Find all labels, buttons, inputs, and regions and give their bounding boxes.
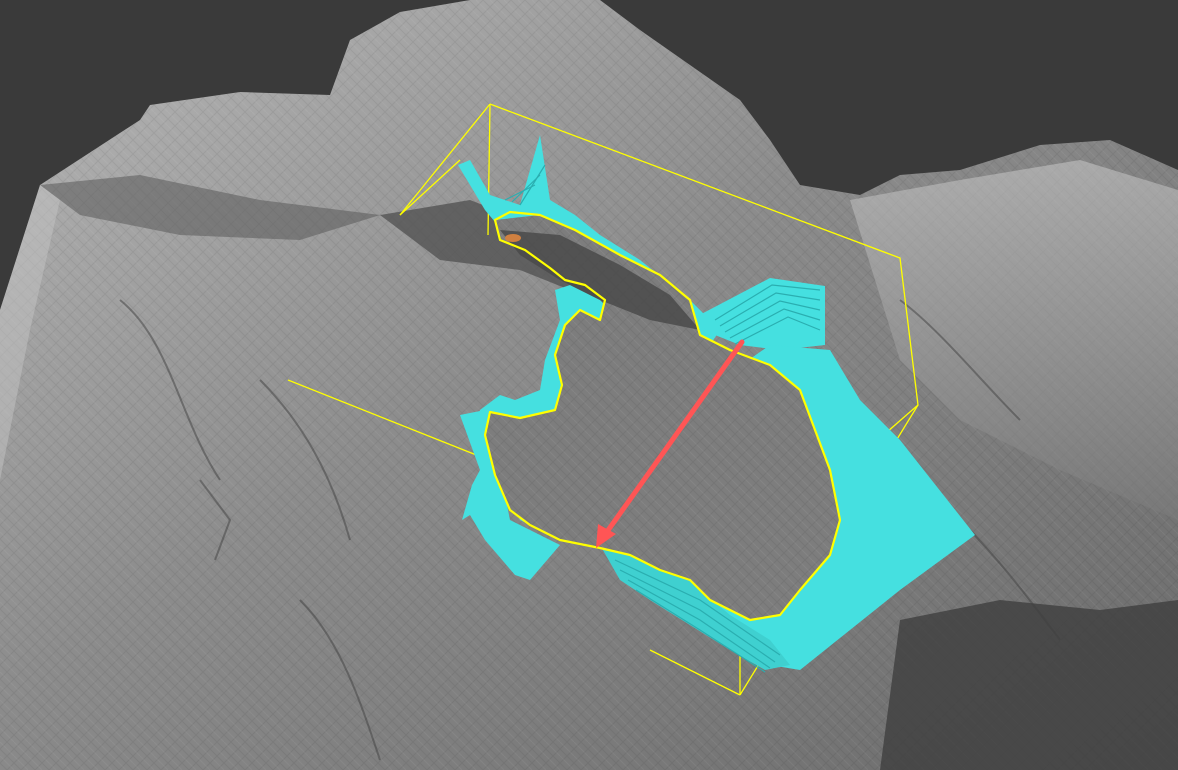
scene-canvas[interactable] — [0, 0, 1178, 770]
source-marker[interactable] — [505, 234, 521, 242]
3d-viewport[interactable] — [0, 0, 1178, 770]
lower-right-dark — [880, 600, 1178, 770]
